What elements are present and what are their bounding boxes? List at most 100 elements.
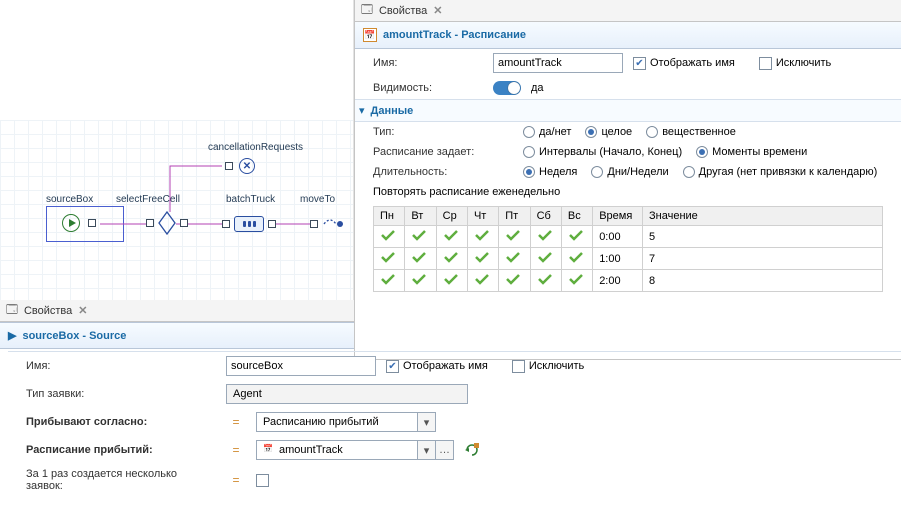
data-section-header[interactable]: ▾ Данные (355, 99, 901, 122)
properties-tab-label: Свойства (24, 305, 72, 317)
visibility-value: да (531, 82, 544, 94)
equals-icon: = (226, 473, 246, 487)
block-sourcebox[interactable] (62, 214, 96, 232)
day-cell[interactable] (374, 226, 405, 248)
day-cell[interactable] (405, 226, 436, 248)
checkmark-icon (537, 276, 553, 288)
day-cell[interactable] (499, 226, 530, 248)
value-cell[interactable]: 7 (643, 248, 883, 270)
radio-type-int[interactable]: целое (585, 126, 632, 138)
block-cancellation[interactable]: ✕ (225, 158, 255, 174)
radio-days-weeks[interactable]: Дни/Недели (591, 166, 668, 178)
close-icon[interactable]: ✕ (78, 304, 87, 317)
day-cell[interactable] (530, 226, 561, 248)
row-agent-type: Тип заявки: Agent (8, 380, 901, 408)
day-cell[interactable] (405, 248, 436, 270)
sb-showname-checkbox[interactable]: ✔Отображать имя (386, 360, 488, 373)
day-cell[interactable] (405, 270, 436, 292)
data-section-label: Данные (371, 105, 414, 117)
sb-name-input[interactable] (226, 356, 376, 376)
arrivesched-select[interactable]: 📅amountTrack ▾ … (256, 440, 454, 460)
arrive-select[interactable]: Расписанию прибытий ▾ (256, 412, 436, 432)
radio-type-real[interactable]: вещественное (646, 126, 736, 138)
day-cell[interactable] (467, 270, 498, 292)
radio-moments[interactable]: Моменты времени (696, 146, 807, 158)
close-icon[interactable]: ✕ (433, 4, 442, 17)
day-cell[interactable] (499, 248, 530, 270)
row-visibility: Видимость: да (355, 77, 901, 99)
checkmark-icon (505, 232, 521, 244)
checkmark-icon (411, 232, 427, 244)
table-row[interactable]: 1:007 (374, 248, 883, 270)
day-cell[interactable] (467, 248, 498, 270)
exclude-checkbox[interactable]: Исключить (759, 57, 831, 70)
diagram-canvas[interactable]: cancellationRequests ✕ sourceBox selectF… (0, 0, 354, 300)
col-sun: Вс (561, 207, 592, 226)
table-row[interactable]: 0:005 (374, 226, 883, 248)
port-icon (146, 219, 154, 227)
checkmark-icon (380, 254, 396, 266)
day-cell[interactable] (374, 248, 405, 270)
table-header-row: Пн Вт Ср Чт Пт Сб Вс Время Значение (374, 207, 883, 226)
value-cell[interactable]: 8 (643, 270, 883, 292)
day-cell[interactable] (499, 270, 530, 292)
port-icon (88, 219, 96, 227)
sb-exclude-label: Исключить (529, 360, 584, 372)
checkmark-icon (380, 276, 396, 288)
row-multiple: За 1 раз создается несколько заявок: = (8, 464, 901, 496)
time-cell[interactable]: 0:00 (593, 226, 643, 248)
scheddefines-label: Расписание задает: (373, 146, 513, 158)
day-cell[interactable] (561, 270, 592, 292)
day-cell[interactable] (436, 270, 467, 292)
checkmark-icon (568, 276, 584, 288)
radio-week[interactable]: Неделя (523, 166, 577, 178)
schedule-table[interactable]: Пн Вт Ср Чт Пт Сб Вс Время Значение 0:00… (373, 206, 883, 292)
create-schedule-button[interactable] (464, 442, 480, 458)
checkbox-icon: ✔ (633, 57, 646, 70)
checkmark-icon (443, 276, 459, 288)
block-selectfreecell[interactable] (146, 210, 188, 236)
col-value: Значение (643, 207, 883, 226)
checkbox-icon (512, 360, 525, 373)
collapse-icon: ▾ (359, 104, 365, 117)
dropdown-icon: ▾ (417, 441, 435, 459)
day-cell[interactable] (374, 270, 405, 292)
block-batchtruck[interactable] (222, 216, 276, 232)
properties-tab-label: Свойства (379, 5, 427, 17)
visibility-toggle[interactable] (493, 81, 521, 95)
day-cell[interactable] (530, 248, 561, 270)
port-icon (310, 220, 318, 228)
sb-exclude-checkbox[interactable]: Исключить (512, 360, 584, 373)
checkmark-icon (443, 232, 459, 244)
time-cell[interactable]: 2:00 (593, 270, 643, 292)
diamond-icon (158, 210, 176, 236)
toggle-knob-icon (508, 82, 520, 94)
day-cell[interactable] (561, 226, 592, 248)
day-cell[interactable] (436, 248, 467, 270)
multiple-checkbox[interactable] (256, 474, 269, 487)
time-cell[interactable]: 1:00 (593, 248, 643, 270)
day-cell[interactable] (561, 248, 592, 270)
day-cell[interactable] (436, 226, 467, 248)
row-duration: Длительность: Неделя Дни/Недели Другая (… (355, 162, 901, 182)
day-cell[interactable] (530, 270, 561, 292)
table-row[interactable]: 2:008 (374, 270, 883, 292)
showname-checkbox[interactable]: ✔ Отображать имя (633, 57, 735, 70)
radio-other[interactable]: Другая (нет привязки к календарю) (683, 166, 878, 178)
agenttype-display: Agent (226, 384, 468, 404)
right-tab-header[interactable]: 🗔 Свойства ✕ (355, 0, 901, 22)
block-moveto[interactable] (310, 216, 344, 232)
name-input[interactable] (493, 53, 623, 73)
port-icon (225, 162, 233, 170)
block-label-cancellation: cancellationRequests (208, 142, 303, 153)
day-cell[interactable] (467, 226, 498, 248)
checkbox-icon (759, 57, 772, 70)
radio-type-bool[interactable]: да/нет (523, 126, 571, 138)
col-wed: Ср (436, 207, 467, 226)
scheddefines-radio-group: Интервалы (Начало, Конец) Моменты времен… (523, 146, 807, 158)
ellipsis-icon[interactable]: … (435, 441, 453, 459)
radio-intervals[interactable]: Интервалы (Начало, Конец) (523, 146, 682, 158)
left-tab-header[interactable]: 🗔 Свойства ✕ (0, 300, 354, 322)
value-cell[interactable]: 5 (643, 226, 883, 248)
showname-label: Отображать имя (650, 57, 735, 69)
